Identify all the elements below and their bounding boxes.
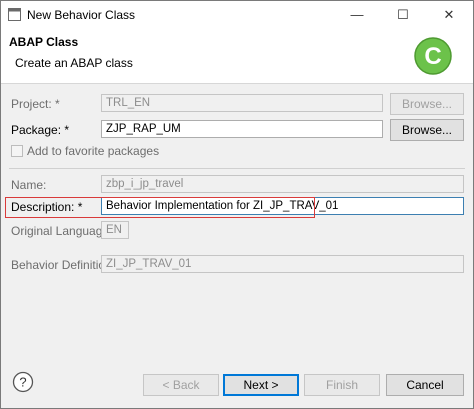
- cancel-button[interactable]: Cancel: [386, 374, 464, 396]
- help-icon[interactable]: ?: [12, 371, 34, 393]
- separator: [9, 168, 465, 169]
- banner-title: ABAP Class: [9, 35, 79, 49]
- abap-class-icon-letter: C: [424, 43, 441, 70]
- eclipse-app-icon: [8, 8, 21, 21]
- project-label: Project: *: [11, 97, 60, 111]
- minimize-button[interactable]: —: [334, 1, 380, 29]
- name-label: Name:: [11, 178, 47, 192]
- maximize-button[interactable]: ☐: [380, 1, 426, 29]
- package-label: Package: *: [11, 123, 70, 137]
- wizard-banner: ABAP Class Create an ABAP class C: [1, 29, 473, 84]
- finish-button: Finish: [304, 374, 380, 396]
- title-bar: New Behavior Class — ☐ ✕: [1, 1, 473, 29]
- original-language-label: Original Language:: [11, 224, 113, 238]
- help-icon-glyph: ?: [19, 375, 26, 390]
- project-browse-button: Browse...: [390, 93, 464, 115]
- banner-description: Create an ABAP class: [15, 56, 133, 70]
- package-browse-button[interactable]: Browse...: [390, 119, 464, 141]
- name-field: zbp_i_jp_travel: [101, 175, 464, 193]
- next-button[interactable]: Next >: [223, 374, 299, 396]
- back-button: < Back: [143, 374, 219, 396]
- close-button[interactable]: ✕: [426, 1, 472, 29]
- abap-class-icon: C: [414, 37, 452, 75]
- favorites-label: Add to favorite packages: [27, 144, 160, 158]
- behavior-definition-field: ZI_JP_TRAV_01: [101, 255, 464, 273]
- window-title: New Behavior Class: [27, 8, 136, 22]
- behavior-definition-label: Behavior Definition:: [11, 258, 116, 272]
- dialog-window: New Behavior Class — ☐ ✕ ABAP Class Crea…: [0, 0, 474, 409]
- description-highlight-box: [5, 197, 315, 218]
- original-language-field: EN: [101, 221, 129, 239]
- wizard-footer: ? < Back Next > Finish Cancel: [1, 359, 473, 408]
- package-field[interactable]: ZJP_RAP_UM: [101, 120, 383, 138]
- form-area: Project: * TRL_EN Browse... Package: * Z…: [1, 84, 473, 359]
- favorites-checkbox: [11, 145, 23, 157]
- project-field: TRL_EN: [101, 94, 383, 112]
